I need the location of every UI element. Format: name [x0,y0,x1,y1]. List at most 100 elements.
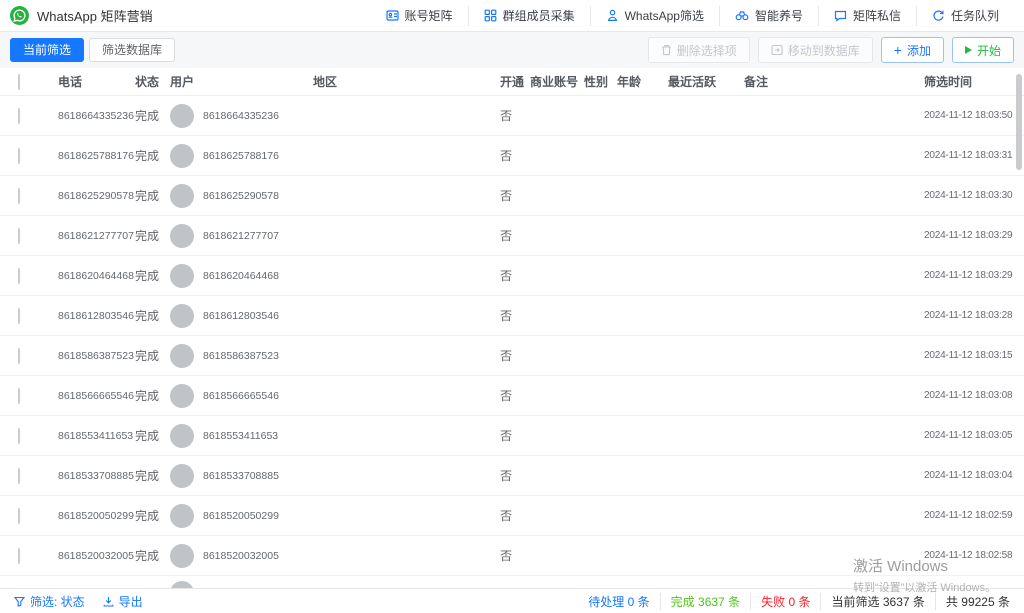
stat-label: 当前筛选 [831,595,879,609]
cell-filter-time: 2024-11-12 18:03:15 [924,350,1024,361]
move-to-database-label: 移动到数据库 [788,42,860,59]
cell-opened: 否 [500,107,530,124]
stat-label: 共 [946,595,958,609]
move-to-database-button[interactable]: 移动到数据库 [758,37,873,63]
tab-filter-database[interactable]: 筛选数据库 [89,38,175,62]
avatar [170,504,194,528]
export-label: 导出 [119,593,143,610]
col-time: 筛选时间 [924,73,1024,90]
table-row[interactable]: 8618612803546 完成 8618612803546 否 2024-11… [0,296,1024,336]
cell-phone: 8618553411653 [58,430,135,442]
stat-value: 3637 [883,595,910,609]
nav-smart-nurture[interactable]: 智能养号 [719,6,818,26]
table-row[interactable]: 8618664335236 完成 8618664335236 否 2024-11… [0,96,1024,136]
scrollbar[interactable] [1016,74,1022,170]
cell-opened: 否 [500,187,530,204]
cell-phone: 8618520050299 [58,510,135,522]
cell-filter-time: 2024-11-12 18:03:31 [924,150,1024,161]
plus-icon: + [894,43,902,57]
row-checkbox[interactable] [18,268,20,284]
avatar [170,384,194,408]
table-row[interactable]: 8618625788176 完成 8618625788176 否 2024-11… [0,136,1024,176]
toolbar: 当前筛选 筛选数据库 删除选择项 移动到数据库 + 添加 开始 [0,32,1024,68]
table-row[interactable]: 8618620464468 完成 8618620464468 否 2024-11… [0,256,1024,296]
page-title: WhatsApp 矩阵营销 [37,6,153,25]
cell-opened: 否 [500,427,530,444]
user-number: 8618520050299 [203,510,279,522]
toolbar-actions: 删除选择项 移动到数据库 + 添加 开始 [648,37,1014,63]
add-button[interactable]: + 添加 [881,37,944,63]
cell-user: 8618566665546 [170,384,313,408]
status-bar: 筛选: 状态 导出 待处理 0 条 完成 3637 条 失败 0 条 当前筛选 … [0,588,1024,613]
cell-filter-time: 2024-11-12 18:03:29 [924,270,1024,281]
row-checkbox[interactable] [18,428,20,444]
filter-status-button[interactable]: 筛选: 状态 [14,593,85,610]
cell-status: 完成 [135,307,170,324]
cell-opened: 否 [500,547,530,564]
avatar [170,264,194,288]
row-checkbox[interactable] [18,148,20,164]
stat-unit: 条 [998,595,1010,609]
table-row[interactable]: 8618520032005 完成 8618520032005 否 2024-11… [0,536,1024,576]
table-row[interactable]: 8618533708885 完成 8618533708885 否 2024-11… [0,456,1024,496]
tab-current-filter[interactable]: 当前筛选 [10,38,84,62]
row-checkbox[interactable] [18,348,20,364]
nav-group-collect[interactable]: 群组成员采集 [468,6,590,26]
avatar [170,144,194,168]
nav-matrix-dm[interactable]: 矩阵私信 [818,6,916,26]
matrix-dm-icon [834,9,847,22]
cell-user: 8618586387523 [170,344,313,368]
nav-account-matrix[interactable]: 账号矩阵 [371,6,468,26]
nav-task-queue[interactable]: 任务队列 [916,6,1014,26]
cell-opened: 否 [500,347,530,364]
table-row[interactable]: 8618520050299 完成 8618520050299 否 2024-11… [0,496,1024,536]
row-checkbox[interactable] [18,228,20,244]
stat-label: 失败 [761,595,785,609]
cell-filter-time: 2024-11-12 18:03:05 [924,430,1024,441]
user-number: 8618625788176 [203,150,279,162]
col-phone: 电话 [58,73,135,90]
avatar [170,184,194,208]
table-row[interactable]: 8618625290578 完成 8618625290578 否 2024-11… [0,176,1024,216]
delete-selected-button[interactable]: 删除选择项 [648,37,750,63]
cell-opened: 否 [500,387,530,404]
cell-user: 8618520050299 [170,504,313,528]
cell-filter-time: 2024-11-12 18:02:59 [924,510,1024,521]
cell-user: 8618520032005 [170,544,313,568]
row-checkbox[interactable] [18,308,20,324]
stat-label: 待处理 [588,595,624,609]
nav-whatsapp-filter[interactable]: WhatsApp筛选 [590,6,719,26]
table-row[interactable]: 8618566665546 完成 8618566665546 否 2024-11… [0,376,1024,416]
row-checkbox[interactable] [18,508,20,524]
row-checkbox[interactable] [18,388,20,404]
table-row[interactable]: 8618621277707 完成 8618621277707 否 2024-11… [0,216,1024,256]
col-gender: 性别 [584,73,617,90]
task-queue-icon [932,9,945,22]
user-number: 8618621277707 [203,230,279,242]
cell-status: 完成 [135,427,170,444]
stat-label: 完成 [671,595,695,609]
group-collect-icon [484,9,497,22]
col-active: 最近活跃 [668,73,744,90]
table-row[interactable]: 8618553411653 完成 8618553411653 否 2024-11… [0,416,1024,456]
export-button[interactable]: 导出 [103,593,143,610]
row-checkbox[interactable] [18,548,20,564]
row-checkbox[interactable] [18,108,20,124]
cell-user: 8618620464468 [170,264,313,288]
cell-opened: 否 [500,227,530,244]
nav-label: 矩阵私信 [853,7,901,24]
user-number: 8618566665546 [203,390,279,402]
row-checkbox[interactable] [18,188,20,204]
table-row[interactable]: 8618586387523 完成 8618586387523 否 2024-11… [0,336,1024,376]
stat-unit: 条 [798,595,810,609]
select-all-checkbox[interactable] [18,74,20,90]
cell-phone: 8618620464468 [58,270,135,282]
user-number: 8618625290578 [203,190,279,202]
user-number: 8618553411653 [203,430,278,442]
cell-phone: 8618664335236 [58,110,135,122]
cell-filter-time: 2024-11-12 18:03:28 [924,310,1024,321]
footer-stats: 待处理 0 条 完成 3637 条 失败 0 条 当前筛选 3637 条 共 9… [578,593,1010,610]
cell-opened: 否 [500,147,530,164]
start-button[interactable]: 开始 [952,37,1014,63]
row-checkbox[interactable] [18,468,20,484]
